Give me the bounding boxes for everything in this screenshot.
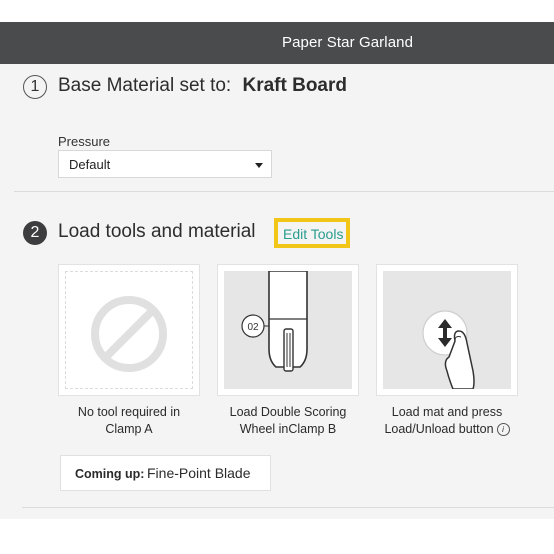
step-2-number: 2 [30,224,40,241]
clamp-b-card: 02 [217,264,359,396]
app-header: Paper Star Garland [0,22,554,64]
step-1-title: Base Material set to: Kraft Board [58,75,347,97]
no-tool-icon [65,271,193,389]
clamp-b-caption-line1: Load Double Scoring [229,405,347,419]
load-mat-card [376,264,518,396]
clamp-a-caption-line1: No tool required in [77,405,181,419]
coming-up-box: Coming up: Fine-Point Blade [60,455,271,491]
tool-tag-text: 02 [247,322,259,333]
load-mat-caption: Load mat and press Load/Unload button i [372,404,522,438]
edit-tools-link[interactable]: Edit Tools [274,218,350,248]
scoring-wheel-icon: 02 [224,270,352,389]
load-unload-icon [383,271,511,390]
load-mat-caption-line2: Load/Unload button [384,422,494,436]
load-mat-caption-line1: Load mat and press [391,405,503,419]
pressure-select[interactable]: Default [58,150,272,178]
step-1-number: 1 [30,78,40,95]
step-2-title: Load tools and material [58,221,256,242]
section-divider [14,191,554,192]
bottom-divider [22,507,554,508]
coming-up-label: Coming up: [75,467,145,481]
clamp-b-caption: Load Double Scoring Wheel inClamp B [213,404,363,438]
main-panel: 1 Base Material set to: Kraft Board Pres… [0,64,554,519]
project-title: Paper Star Garland [282,34,414,51]
step-1-badge: 1 [23,75,47,99]
pressure-selected-value: Default [69,157,111,172]
clamp-a-caption-line2: Clamp A [105,422,153,436]
clamp-b-caption-line2: Wheel inClamp B [239,422,337,436]
step-2-badge: 2 [23,221,47,245]
base-material-prefix: Base Material set to: [58,75,232,96]
clamp-a-card [58,264,200,396]
base-material-value: Kraft Board [242,75,347,96]
edit-tools-label: Edit Tools [283,226,344,242]
chevron-down-icon [255,163,263,168]
info-icon[interactable]: i [496,423,510,437]
coming-up-value: Fine-Point Blade [147,465,251,481]
pressure-label: Pressure [58,134,111,149]
clamp-a-caption: No tool required in Clamp A [54,404,204,438]
